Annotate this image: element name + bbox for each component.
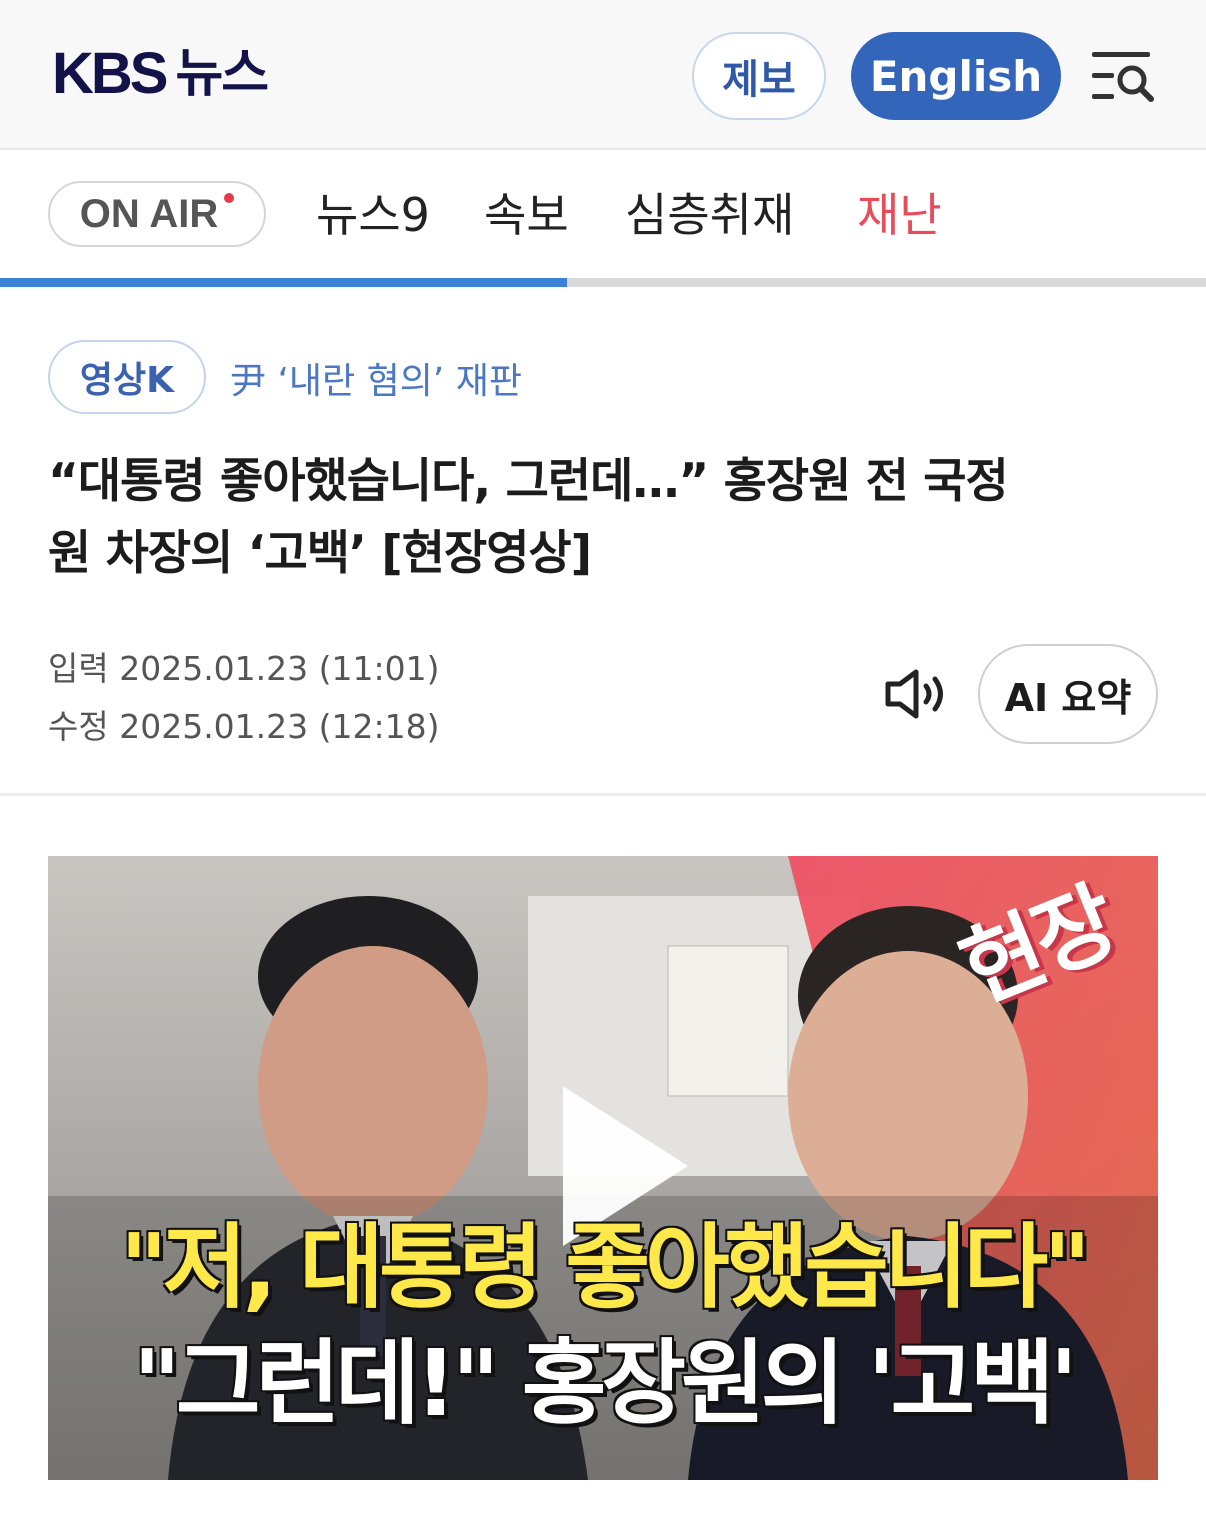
video-caption-line-1: "저, 대통령 좋아했습니다"	[119, 1214, 1091, 1321]
scroll-progress-bar	[0, 278, 567, 287]
menu-search-icon[interactable]	[1088, 46, 1156, 106]
category-nav: ON AIR 뉴스9 속보 심층취재 재난	[0, 150, 1206, 290]
article-headline: “대통령 좋아했습니다, 그런데…” 홍장원 전 국정 원 차장의 ‘고백’ […	[48, 446, 1158, 590]
category-badge[interactable]: 영상K	[48, 340, 206, 414]
video-player[interactable]: 현장 "저, 대통령 좋아했습니다" "그런데!" 홍장원의 '고백'	[48, 856, 1158, 1480]
video-caption-line-2: "그런데!" 홍장원의 '고백'	[133, 1330, 1078, 1437]
headline-line-2: 원 차장의 ‘고백’ [현장영상]	[48, 526, 592, 581]
tip-button[interactable]: 제보	[692, 32, 826, 120]
series-link[interactable]: 尹 ‘내란 혐의’ 재판	[230, 352, 522, 404]
logo-kbs-text: KBS	[52, 41, 168, 106]
section-divider	[0, 793, 1206, 796]
site-header: KBS 뉴스 제보 English	[0, 0, 1206, 150]
posted-date: 입력 2025.01.23 (11:01)	[48, 649, 440, 688]
english-button[interactable]: English	[851, 32, 1061, 120]
nav-item-in-depth[interactable]: 심층취재	[625, 186, 794, 244]
modified-date: 수정 2025.01.23 (12:18)	[48, 707, 440, 746]
speaker-icon[interactable]	[882, 664, 952, 724]
nav-item-breaking[interactable]: 속보	[484, 186, 569, 244]
kbs-news-logo[interactable]: KBS 뉴스	[52, 41, 269, 106]
logo-news-text: 뉴스	[175, 44, 269, 104]
on-air-button[interactable]: ON AIR	[48, 181, 266, 247]
nav-item-disaster[interactable]: 재난	[857, 186, 942, 244]
nav-item-news9[interactable]: 뉴스9	[316, 186, 430, 244]
headline-line-1: “대통령 좋아했습니다, 그런데…” 홍장원 전 국정	[48, 454, 1009, 509]
ai-summary-button[interactable]: AI 요약	[978, 644, 1158, 744]
live-dot-icon	[224, 193, 235, 203]
article-dates: 입력 2025.01.23 (11:01) 수정 2025.01.23 (12:…	[48, 640, 440, 756]
on-air-label: ON AIR	[79, 191, 219, 236]
